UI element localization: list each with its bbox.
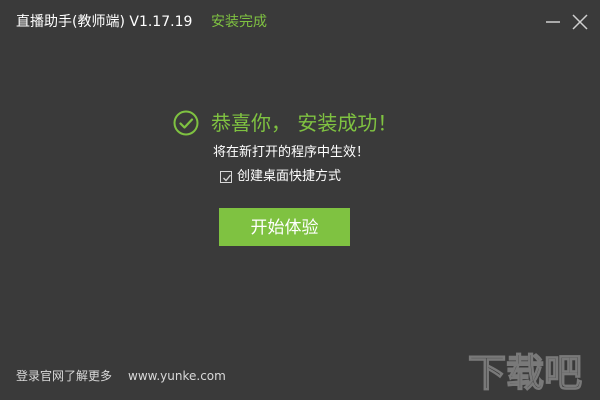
install-status: 安装完成 <box>211 14 267 30</box>
official-site-link[interactable]: 登录官网了解更多 <box>16 367 112 385</box>
start-experience-button[interactable]: 开始体验 <box>219 208 350 246</box>
site-watermark-logo: 下载吧 <box>467 350 582 394</box>
checkmark-icon <box>223 174 232 182</box>
check-circle-icon <box>173 110 199 136</box>
create-shortcut-option[interactable]: 创建桌面快捷方式 <box>220 168 341 186</box>
success-message-row: 恭喜你， 安装成功！ <box>173 108 397 138</box>
website-url: www.yunke.com <box>128 369 226 383</box>
restart-note: 将在新打开的程序中生效！ <box>213 145 370 160</box>
minimize-button[interactable] <box>543 12 563 32</box>
shortcut-label: 创建桌面快捷方式 <box>237 169 342 184</box>
titlebar[interactable]: 直播助手(教师端) V1.17.19 安装完成 <box>0 0 600 44</box>
svg-text:下载吧: 下载吧 <box>468 351 582 394</box>
close-icon <box>572 14 588 30</box>
app-title: 直播助手(教师端) V1.17.19 <box>16 14 193 30</box>
installer-window: 直播助手(教师端) V1.17.19 安装完成 恭喜你， 安装成功！ 将在新打开… <box>0 0 600 400</box>
minimize-icon <box>546 21 560 23</box>
close-button[interactable] <box>570 12 590 32</box>
success-message: 恭喜你， 安装成功！ <box>211 111 398 135</box>
shortcut-checkbox[interactable] <box>220 171 232 183</box>
